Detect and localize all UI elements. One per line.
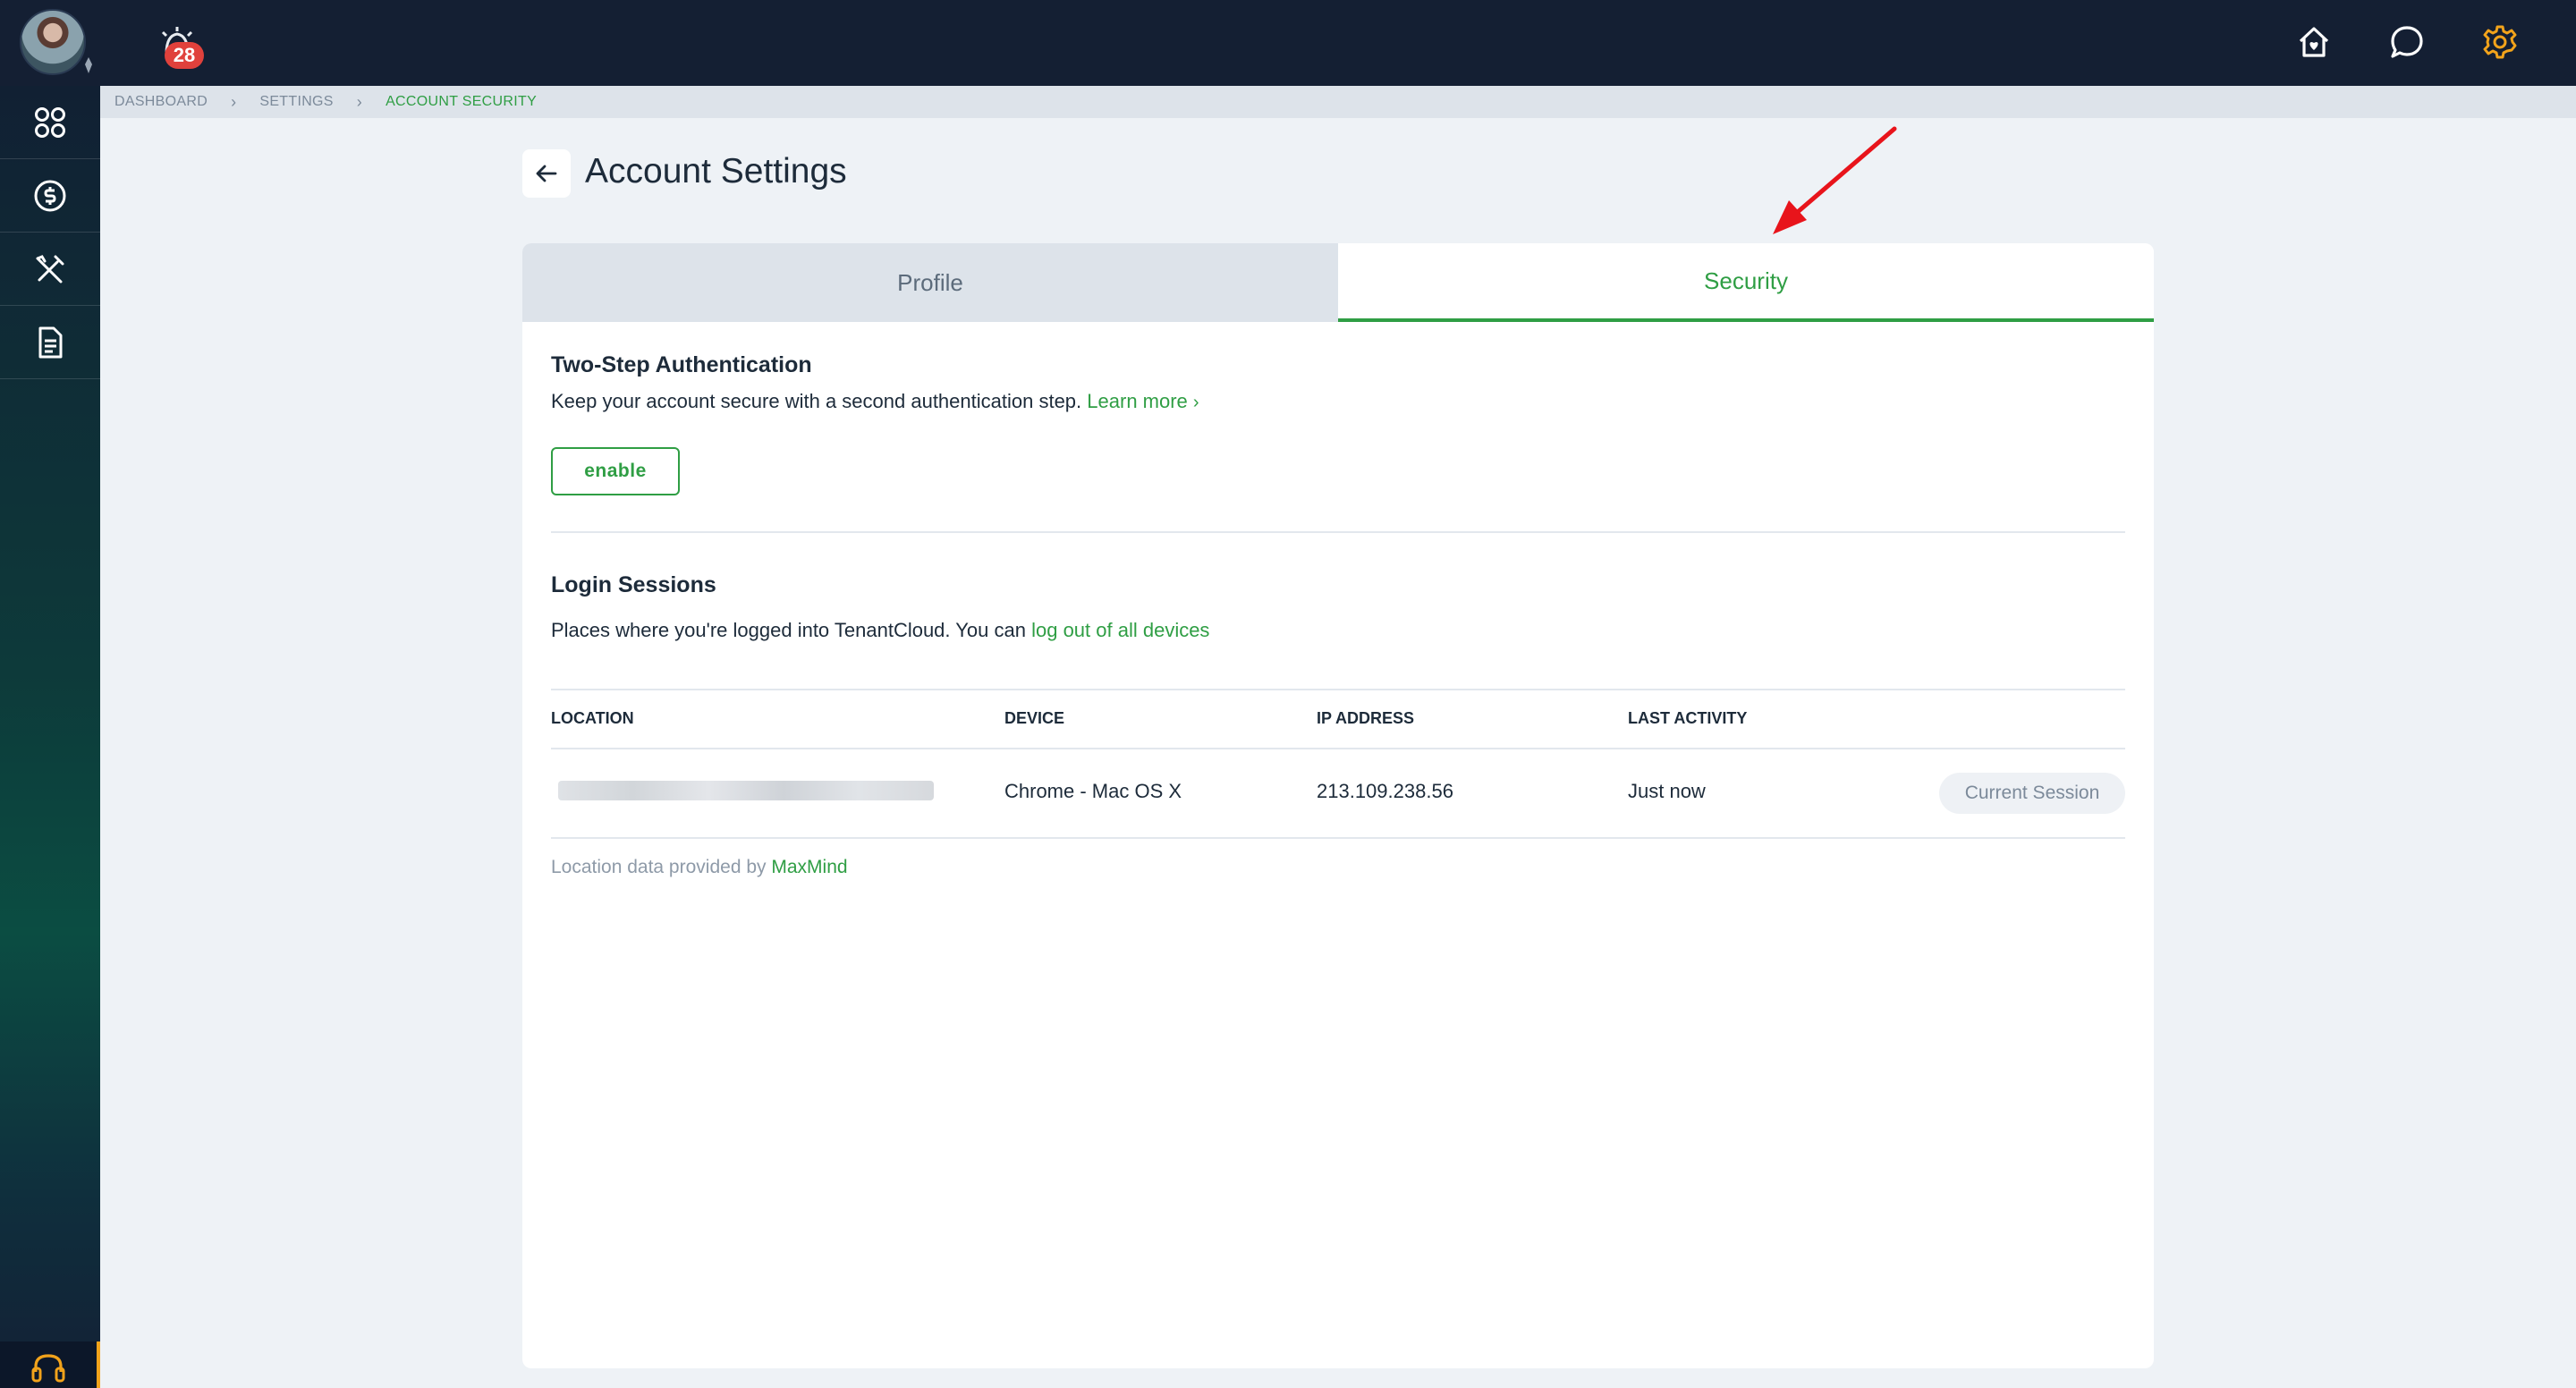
current-session-badge: Current Session — [1939, 773, 2125, 814]
ip-address-cell: 213.109.238.56 — [1317, 780, 1453, 802]
login-sessions-title: Login Sessions — [551, 572, 716, 597]
column-header-device: DEVICE — [1004, 709, 1065, 727]
table-bottom-divider — [551, 837, 2125, 839]
chevron-right-icon: › — [1192, 393, 1199, 412]
login-sessions-description-text: Places where you're logged into TenantCl… — [551, 619, 1026, 641]
avatar[interactable] — [20, 9, 86, 75]
breadcrumb-dashboard[interactable]: DASHBOARD — [114, 94, 208, 110]
arrow-left-icon — [536, 165, 557, 182]
chevron-right-icon: › — [231, 92, 237, 111]
top-bar: 28 — [0, 0, 2576, 86]
table-header-divider — [551, 748, 2125, 749]
logout-all-devices-link[interactable]: log out of all devices — [1031, 619, 1209, 641]
enable-two-step-button[interactable]: enable — [551, 447, 680, 495]
column-header-location: LOCATION — [551, 709, 634, 727]
sidebar-item-maintenance[interactable] — [0, 233, 100, 306]
document-icon — [38, 326, 63, 358]
chat-bubble-icon[interactable] — [2388, 23, 2426, 61]
tab-profile[interactable]: Profile — [522, 243, 1338, 322]
last-activity-cell: Just now — [1628, 780, 1706, 802]
section-divider — [551, 531, 2125, 533]
column-header-ip-address: IP ADDRESS — [1317, 709, 1415, 727]
settings-card: Profile Security Two-Step Authentication… — [522, 243, 2154, 1368]
sidebar-item-dashboard[interactable] — [0, 86, 100, 159]
maxmind-link[interactable]: MaxMind — [771, 857, 847, 877]
tools-icon — [36, 254, 64, 283]
breadcrumb: DASHBOARD › SETTINGS › ACCOUNT SECURITY — [100, 86, 2576, 118]
sidebar-item-finances[interactable] — [0, 159, 100, 233]
learn-more-label: Learn more — [1087, 390, 1188, 412]
location-footnote-text: Location data provided by — [551, 857, 767, 877]
notification-badge: 28 — [165, 42, 204, 69]
sidebar-item-documents[interactable] — [0, 306, 100, 379]
annotation-arrow-icon — [1773, 126, 1897, 234]
two-step-description: Keep your account secure with a second a… — [551, 390, 1199, 413]
apps-grid-icon — [35, 106, 65, 138]
home-heart-icon[interactable] — [2295, 23, 2333, 61]
pin-icon — [85, 57, 92, 73]
learn-more-link[interactable]: Learn more › — [1087, 390, 1199, 412]
dollar-circle-icon — [34, 180, 66, 211]
login-sessions-description: Places where you're logged into TenantCl… — [551, 619, 1209, 642]
chevron-right-icon: › — [356, 92, 363, 111]
breadcrumb-account-security: ACCOUNT SECURITY — [386, 94, 538, 109]
location-footnote: Location data provided by MaxMind — [551, 857, 848, 878]
device-cell: Chrome - Mac OS X — [1004, 780, 1182, 802]
table-top-divider — [551, 689, 2125, 690]
column-header-last-activity: LAST ACTIVITY — [1628, 709, 1748, 727]
settings-tabs: Profile Security — [522, 243, 2154, 322]
breadcrumb-settings[interactable]: SETTINGS — [259, 94, 333, 110]
two-step-description-text: Keep your account secure with a second a… — [551, 390, 1082, 412]
tab-security[interactable]: Security — [1338, 243, 2154, 322]
page-title: Account Settings — [585, 152, 847, 190]
gear-icon[interactable] — [2481, 23, 2519, 61]
sidebar — [0, 86, 100, 1388]
location-redacted — [558, 781, 934, 800]
headset-icon — [31, 1354, 65, 1383]
back-button[interactable] — [522, 149, 571, 198]
support-button[interactable] — [0, 1341, 100, 1388]
two-step-title: Two-Step Authentication — [551, 352, 812, 377]
